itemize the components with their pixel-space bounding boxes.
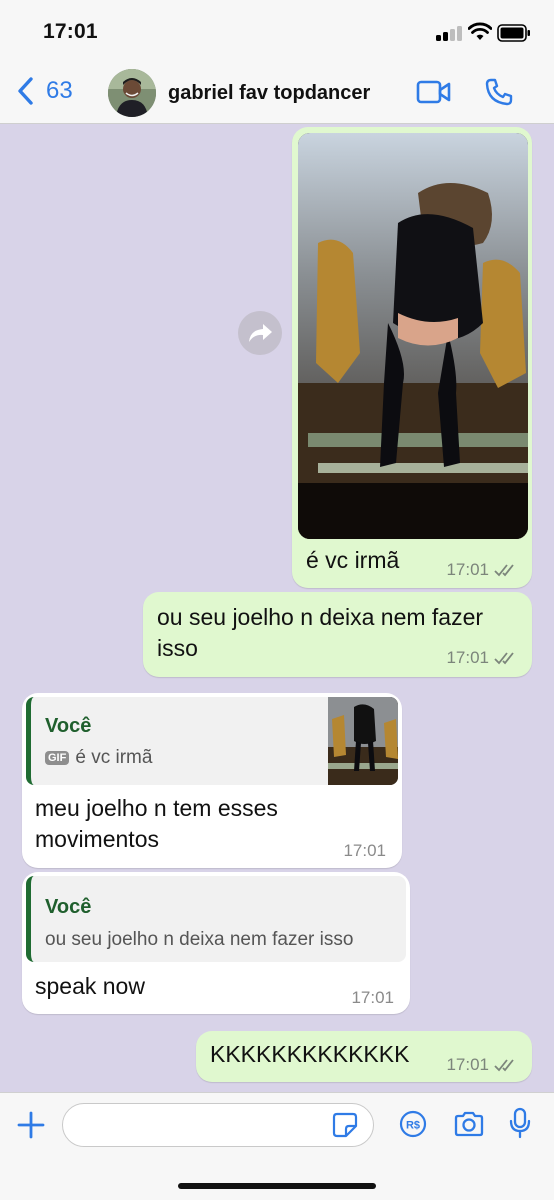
input-bar: R$ [0,1092,554,1200]
message-outgoing[interactable]: KKKKKKKKKKKKK 17:01 [196,1031,532,1082]
status-time: 17:01 [43,20,98,43]
microphone-icon[interactable] [508,1107,532,1139]
message-text: é vc irmã [306,547,400,573]
message-meta: 17:01 [446,1055,518,1075]
double-check-icon [494,652,514,665]
message-meta: 17:01 [351,988,394,1008]
avatar[interactable] [108,69,156,117]
unread-count: 63 [46,77,73,104]
quote-text-value: é vc irmã [75,747,153,768]
sticker-icon[interactable] [332,1112,358,1138]
message-meta: 17:01 [446,560,518,580]
double-check-icon [494,564,514,577]
wifi-icon [468,22,492,40]
quote-author: Você [45,896,92,918]
phone-icon[interactable] [484,77,514,107]
video-camera-icon[interactable] [416,79,452,105]
message-outgoing[interactable]: ou seu joelho n deixa nem fazer isso 17:… [143,592,532,677]
message-incoming[interactable]: Você GIF é vc irmã meu joelho n tem esses… [22,693,402,868]
message-gif-outgoing[interactable]: é vc irmã 17:01 [292,127,532,588]
status-bar: 17:01 [0,0,554,62]
plus-icon[interactable] [16,1110,46,1140]
signal-icon [436,25,462,41]
quote-author: Você [45,715,92,737]
message-text: meu joelho n tem esses movimentos [35,795,278,852]
back-button[interactable]: 63 [16,76,73,106]
message-time: 17:01 [446,1055,489,1074]
gif-media[interactable] [298,133,528,539]
quote-text: ou seu joelho n deixa nem fazer isso [45,929,354,950]
message-input[interactable] [62,1103,374,1147]
forward-icon [249,324,272,342]
message-text: KKKKKKKKKKKKK [210,1041,410,1067]
quote-thumbnail [328,697,398,785]
camera-icon[interactable] [453,1110,485,1138]
message-meta: 17:01 [446,648,518,668]
message-time: 17:01 [446,648,489,667]
message-text: speak now [35,973,145,999]
chevron-left-icon [18,77,33,105]
message-time: 17:01 [446,560,489,579]
message-meta: 17:01 [343,841,386,861]
message-time: 17:01 [343,841,386,860]
home-indicator [178,1183,376,1189]
pix-payment-icon[interactable]: R$ [399,1110,427,1138]
message-time: 17:01 [351,988,394,1007]
double-check-icon [494,1059,514,1072]
contact-name[interactable]: gabriel fav topdancer [168,82,370,105]
chat-header: 63 gabriel fav topdancer [0,62,554,124]
quoted-message[interactable]: Você ou seu joelho n deixa nem fazer iss… [26,876,406,962]
message-incoming[interactable]: Você ou seu joelho n deixa nem fazer iss… [22,872,410,1014]
svg-text:R$: R$ [406,1120,420,1132]
quote-text: GIF é vc irmã [45,747,152,769]
forward-button[interactable] [238,311,282,355]
gif-badge: GIF [45,751,70,765]
battery-icon [497,24,530,42]
quoted-message[interactable]: Você GIF é vc irmã [26,697,398,785]
